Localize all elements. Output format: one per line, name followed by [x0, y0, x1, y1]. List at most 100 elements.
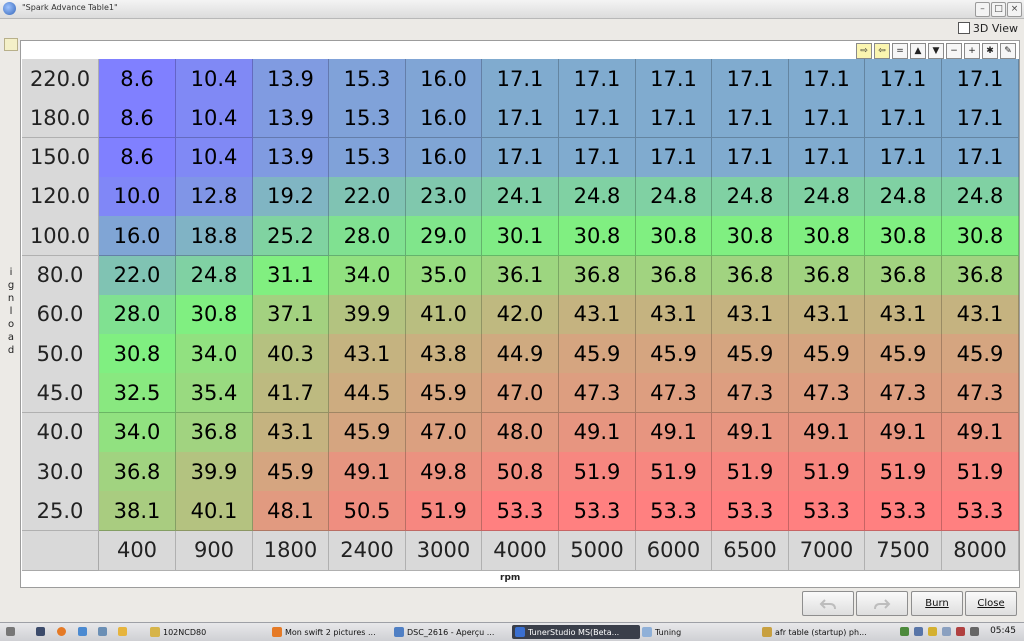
load-axis-cell[interactable]: 40.0 — [22, 412, 99, 453]
table-cell[interactable]: 8.6 — [99, 137, 176, 178]
table-cell[interactable]: 18.8 — [176, 216, 253, 257]
table-cell[interactable]: 35.4 — [176, 373, 253, 414]
table-cell[interactable]: 45.9 — [865, 334, 942, 375]
table-cell[interactable]: 36.8 — [789, 255, 865, 296]
table-cell[interactable]: 8.6 — [99, 98, 176, 139]
table-cell[interactable]: 30.8 — [789, 216, 865, 257]
table-cell[interactable]: 53.3 — [482, 491, 559, 532]
table-cell[interactable]: 29.0 — [406, 216, 482, 257]
table-cell[interactable]: 10.4 — [176, 98, 253, 139]
table-cell[interactable]: 31.1 — [253, 255, 329, 296]
taskbar-item[interactable]: Mon swift 2 pictures ... — [272, 625, 384, 639]
table-cell[interactable]: 36.8 — [559, 255, 636, 296]
rpm-axis-cell[interactable]: 8000 — [942, 530, 1019, 571]
table-cell[interactable]: 48.1 — [253, 491, 329, 532]
load-axis-cell[interactable]: 150.0 — [22, 137, 99, 178]
table-cell[interactable]: 39.9 — [176, 452, 253, 492]
checkbox-icon[interactable] — [957, 22, 970, 34]
table-cell[interactable]: 45.9 — [636, 334, 712, 375]
table-cell[interactable]: 47.3 — [789, 373, 865, 414]
multiply-icon[interactable]: ✱ — [982, 43, 998, 59]
table-cell[interactable]: 17.1 — [789, 137, 865, 178]
table-cell[interactable]: 17.1 — [789, 98, 865, 139]
table-cell[interactable]: 39.9 — [329, 294, 406, 335]
table-cell[interactable]: 51.9 — [636, 452, 712, 492]
table-cell[interactable]: 45.9 — [789, 334, 865, 375]
minimize-button[interactable]: – — [975, 2, 990, 17]
table-cell[interactable]: 43.1 — [253, 412, 329, 453]
table-cell[interactable]: 24.8 — [789, 176, 865, 217]
table-cell[interactable]: 17.1 — [789, 59, 865, 99]
table-cell[interactable]: 43.1 — [636, 294, 712, 335]
table-cell[interactable]: 43.1 — [789, 294, 865, 335]
table-cell[interactable]: 19.2 — [253, 176, 329, 217]
table-cell[interactable]: 45.9 — [559, 334, 636, 375]
table-cell[interactable]: 28.0 — [99, 294, 176, 335]
down-icon[interactable]: ▼ — [928, 43, 944, 59]
3d-view-checkbox[interactable]: 3D View — [957, 20, 1018, 36]
table-cell[interactable]: 16.0 — [406, 137, 482, 178]
firefox-icon[interactable] — [57, 627, 66, 636]
maximize-button[interactable]: □ — [991, 2, 1006, 17]
table-cell[interactable]: 47.0 — [482, 373, 559, 414]
table-cell[interactable]: 43.1 — [942, 294, 1019, 335]
table-cell[interactable]: 15.3 — [329, 98, 406, 139]
table-cell[interactable]: 47.3 — [865, 373, 942, 414]
table-cell[interactable]: 30.1 — [482, 216, 559, 257]
taskbar-item[interactable]: afr table (startup) ph... — [762, 625, 890, 639]
table-cell[interactable]: 47.3 — [942, 373, 1019, 414]
table-cell[interactable]: 43.8 — [406, 334, 482, 375]
table-cell[interactable]: 16.0 — [406, 59, 482, 99]
load-axis-cell[interactable]: 80.0 — [22, 255, 99, 296]
load-axis-cell[interactable]: 60.0 — [22, 294, 99, 335]
table-cell[interactable]: 47.0 — [406, 412, 482, 453]
load-axis-cell[interactable]: 100.0 — [22, 216, 99, 257]
network-icon[interactable] — [78, 627, 87, 636]
increment-icon[interactable]: + — [964, 43, 980, 59]
table-cell[interactable]: 24.8 — [865, 176, 942, 217]
table-cell[interactable]: 30.8 — [942, 216, 1019, 257]
table-cell[interactable]: 45.9 — [329, 412, 406, 453]
table-cell[interactable]: 24.1 — [482, 176, 559, 217]
taskbar-item[interactable]: TunerStudio MS(Beta... — [512, 625, 640, 639]
axis-corner-cell[interactable] — [22, 530, 99, 571]
tray-network-icon[interactable] — [900, 627, 909, 636]
table-cell[interactable]: 44.5 — [329, 373, 406, 414]
rpm-axis-cell[interactable]: 7500 — [865, 530, 942, 571]
desktop-icon[interactable] — [36, 627, 45, 636]
table-cell[interactable]: 34.0 — [99, 412, 176, 453]
table-cell[interactable]: 24.8 — [636, 176, 712, 217]
table-cell[interactable]: 38.1 — [99, 491, 176, 532]
table-cell[interactable]: 22.0 — [329, 176, 406, 217]
table-cell[interactable]: 35.0 — [406, 255, 482, 296]
table-cell[interactable]: 45.9 — [942, 334, 1019, 375]
table-cell[interactable]: 17.1 — [482, 98, 559, 139]
table-cell[interactable]: 41.0 — [406, 294, 482, 335]
rpm-axis-cell[interactable]: 1800 — [253, 530, 329, 571]
table-cell[interactable]: 49.1 — [942, 412, 1019, 453]
table-cell[interactable]: 24.8 — [942, 176, 1019, 217]
table-cell[interactable]: 22.0 — [99, 255, 176, 296]
table-cell[interactable]: 53.3 — [636, 491, 712, 532]
load-axis-cell[interactable]: 180.0 — [22, 98, 99, 139]
table-cell[interactable]: 30.8 — [636, 216, 712, 257]
table-cell[interactable]: 44.9 — [482, 334, 559, 375]
note-icon[interactable] — [4, 38, 18, 51]
table-cell[interactable]: 13.9 — [253, 98, 329, 139]
table-cell[interactable]: 17.1 — [482, 59, 559, 99]
table-cell[interactable]: 53.3 — [942, 491, 1019, 532]
close-window-button[interactable]: × — [1007, 2, 1022, 17]
table-cell[interactable]: 36.1 — [482, 255, 559, 296]
table-cell[interactable]: 47.3 — [712, 373, 789, 414]
table-cell[interactable]: 17.1 — [559, 137, 636, 178]
taskbar-item[interactable]: 102NCD80 — [150, 625, 260, 639]
table-cell[interactable]: 34.0 — [176, 334, 253, 375]
rpm-axis-cell[interactable]: 5000 — [559, 530, 636, 571]
rpm-axis-cell[interactable]: 2400 — [329, 530, 406, 571]
table-cell[interactable]: 17.1 — [559, 98, 636, 139]
table-cell[interactable]: 30.8 — [99, 334, 176, 375]
table-cell[interactable]: 17.1 — [865, 137, 942, 178]
table-cell[interactable]: 17.1 — [712, 137, 789, 178]
tray-power-icon[interactable] — [956, 627, 965, 636]
table-cell[interactable]: 15.3 — [329, 137, 406, 178]
